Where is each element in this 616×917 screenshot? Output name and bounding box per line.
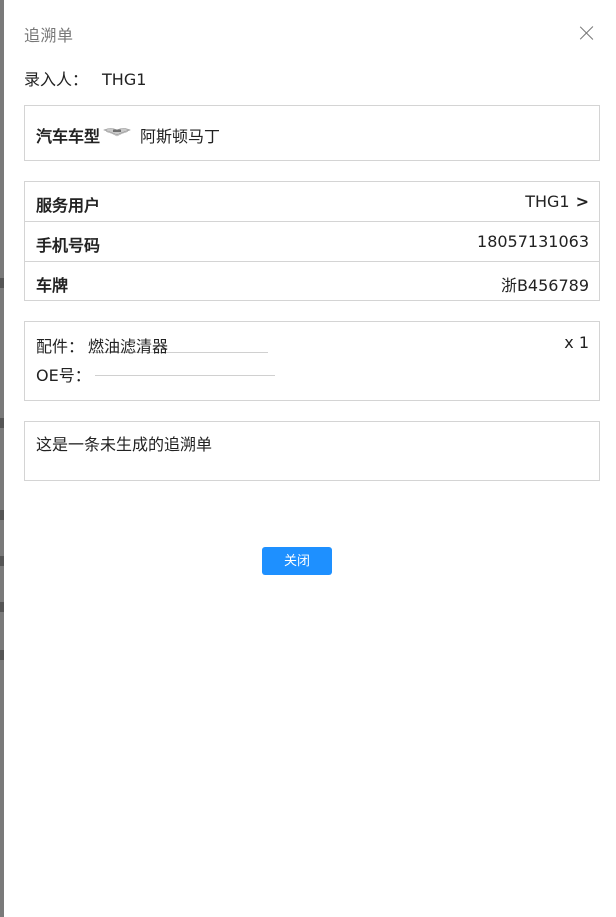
phone-label: 手机号码 bbox=[36, 236, 101, 255]
close-button[interactable]: 关闭 bbox=[262, 547, 332, 575]
trace-dialog: 追溯单 录入人： THG1 汽车车型 阿斯顿马丁 服务用户 THG1 > 手机号码 … bbox=[4, 0, 616, 917]
oe-number-field[interactable] bbox=[95, 352, 275, 376]
user-info-card: 服务用户 THG1 > 手机号码 18057131063 车牌 浙B456789 bbox=[24, 181, 600, 301]
phone-value: 18057131063 bbox=[477, 232, 589, 251]
car-model-value: 阿斯顿马丁 bbox=[140, 127, 221, 146]
service-user-value: THG1 bbox=[525, 192, 570, 211]
note-text: 这是一条未生成的追溯单 bbox=[36, 435, 213, 454]
part-name-field: 燃油滤清器 bbox=[88, 329, 268, 356]
part-quantity: x 1 bbox=[564, 333, 589, 352]
oe-label: OE号： bbox=[36, 366, 91, 385]
car-brand-logo-icon bbox=[103, 128, 131, 137]
phone-row: 手机号码 18057131063 bbox=[25, 222, 599, 262]
part-label: 配件： bbox=[36, 337, 85, 356]
parts-card: 配件： 燃油滤清器 x 1 OE号： bbox=[24, 321, 600, 401]
service-user-label: 服务用户 bbox=[36, 196, 101, 215]
entry-person-row: 录入人： THG1 bbox=[24, 66, 146, 90]
entry-person-label: 录入人： bbox=[24, 70, 89, 89]
plate-value: 浙B456789 bbox=[500, 276, 589, 295]
plate-row: 车牌 浙B456789 bbox=[25, 262, 599, 302]
note-card: 这是一条未生成的追溯单 bbox=[24, 421, 600, 481]
car-model-label: 汽车车型 bbox=[36, 127, 101, 146]
chevron-right-icon: > bbox=[575, 192, 589, 211]
plate-label: 车牌 bbox=[36, 276, 69, 295]
close-icon[interactable] bbox=[578, 24, 596, 42]
service-user-row[interactable]: 服务用户 THG1 > bbox=[25, 182, 599, 222]
car-model-card: 汽车车型 阿斯顿马丁 bbox=[24, 105, 600, 161]
entry-person-value: THG1 bbox=[102, 70, 147, 89]
dialog-title: 追溯单 bbox=[24, 26, 74, 45]
service-user-value-wrap: THG1 > bbox=[525, 192, 589, 211]
